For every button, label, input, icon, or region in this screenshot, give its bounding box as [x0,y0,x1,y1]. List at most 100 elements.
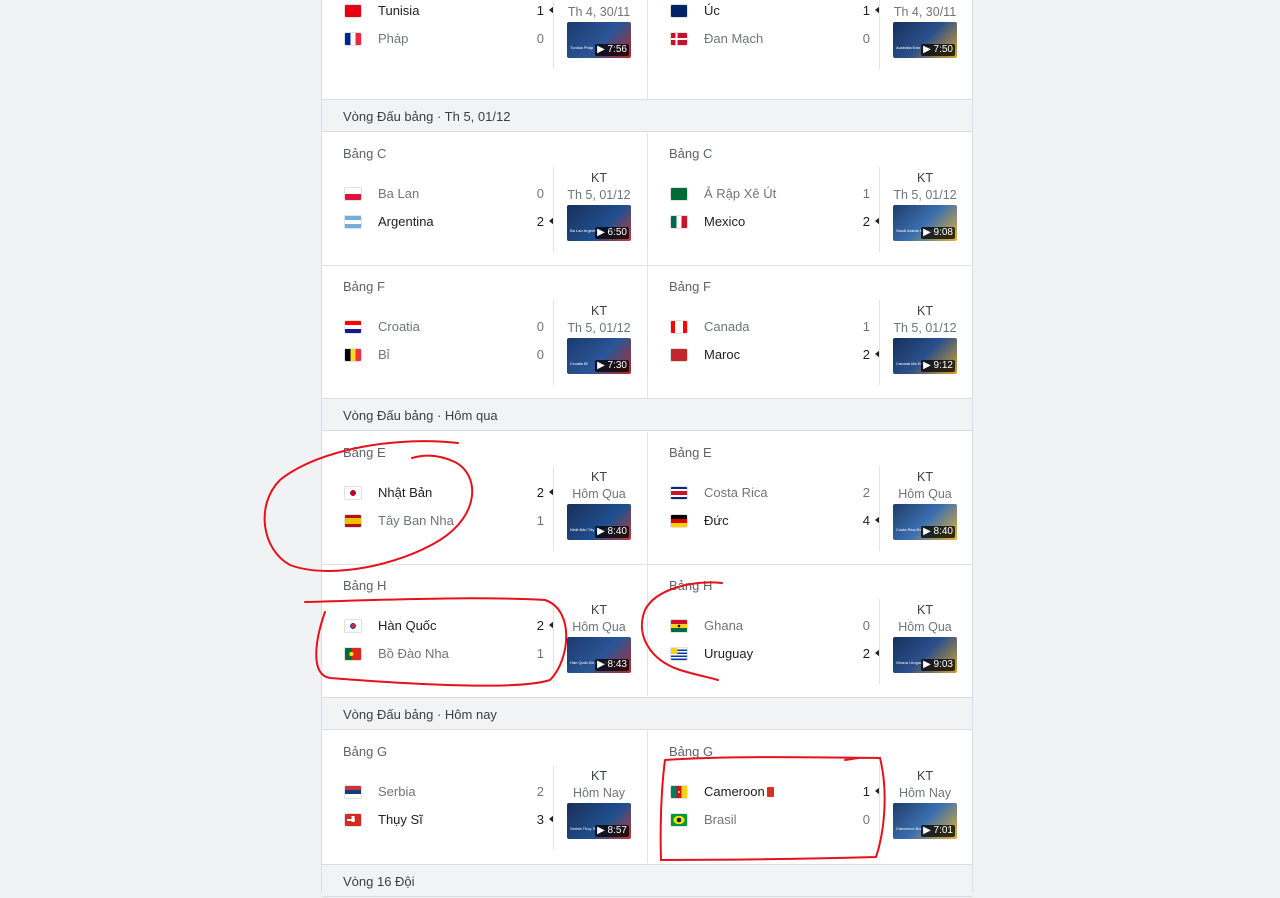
highlight-video-thumbnail[interactable]: Croatia Bỉ ▶ 7:30 [567,338,631,374]
home-team-row[interactable]: Nhật Bản [344,484,554,504]
away-team-name: Đức [704,513,729,528]
home-team-row[interactable]: Ả Rập Xê Út [670,185,880,205]
divider [553,765,554,850]
cameroon-flag-icon [670,785,688,799]
group-label: Bảng C [669,146,713,161]
home-team-row[interactable]: Ghana [670,617,880,637]
away-team-name: Pháp [378,31,409,46]
divider [879,765,880,850]
home-team-row[interactable]: Serbia [344,783,554,803]
video-duration: ▶ 7:30 [595,360,629,372]
highlight-video-thumbnail[interactable]: Cameroon Brasil ▶ 7:01 [893,803,957,839]
match-date: Hôm Nay [898,786,952,800]
highlight-video-thumbnail[interactable]: Canada Ma Rốc ▶ 9:12 [893,338,957,374]
away-team-row[interactable]: Mexico [670,213,880,233]
match-card[interactable]: Bảng F Croatia 0 Bỉ 0 KT Th 5, 01/12 Croatia Bỉ… [322,266,647,398]
match-date: Th 4, 30/11 [893,5,957,19]
away-team-row[interactable]: Đan Mạch [670,30,880,50]
away-team-score: 2 [862,347,870,362]
match-status: KT [917,304,933,318]
highlight-video-thumbnail[interactable]: Saudi Arabia Mexico ▶ 9:08 [893,205,957,241]
away-team-name: Argentina [378,214,434,229]
home-team-row[interactable]: Úc [670,2,880,22]
highlight-video-thumbnail[interactable]: Costa Rica Đức ▶ 8:40 [893,504,957,540]
home-team-row[interactable]: Tunisia [344,2,554,22]
away-team-score: 2 [536,214,544,229]
duration-text: 8:57 [607,825,627,836]
match-card[interactable]: Bảng G Serbia 2 Thụy Sĩ 3 KT Hôm Nay Serbia Thụ… [322,731,647,863]
away-team-row[interactable]: Bỉ [344,346,554,366]
play-icon: ▶ [597,825,608,836]
away-team-row[interactable]: Uruguay [670,645,880,665]
away-team-row[interactable]: Thụy Sĩ [344,811,554,831]
costarica-flag-icon [670,486,688,500]
match-date: Hôm Qua [898,620,952,634]
home-team-score: 0 [536,186,544,201]
video-duration: ▶ 6:50 [595,227,629,239]
home-team-score: 2 [862,485,870,500]
away-team-row[interactable]: Argentina [344,213,554,233]
home-team-name: Ghana [704,618,744,633]
away-team-name: Maroc [704,347,741,362]
match-card[interactable]: Bảng H Ghana 0 Uruguay 2 KT Hôm Qua Ghana Urugu… [647,565,972,696]
highlight-video-thumbnail[interactable]: Ghana Uruguay ▶ 9:03 [893,637,957,673]
video-duration: ▶ 7:01 [921,825,955,837]
highlight-video-thumbnail[interactable]: Ba Lan Argentina ▶ 6:50 [567,205,631,241]
duration-text: 7:56 [607,44,627,55]
match-status: KT [917,769,933,783]
away-team-score: 4 [862,513,870,528]
away-team-score: 2 [862,214,870,229]
away-team-name: Đan Mạch [704,31,764,46]
divider [879,0,880,69]
home-team-row[interactable]: Hàn Quốc [344,617,554,637]
match-date: Hôm Nay [572,786,626,800]
divider [879,300,880,385]
match-schedule-panel: Tunisia1Pháp0KTTh 4, 30/11Tunisia Pháp▶ … [321,0,973,897]
away-team-row[interactable]: Đức [670,512,880,532]
match-date: Th 5, 01/12 [893,188,957,202]
highlight-video-thumbnail[interactable]: Tunisia Pháp ▶ 7:56 [567,22,631,58]
home-team-name: Hàn Quốc [378,618,437,633]
away-team-row[interactable]: Bồ Đào Nha [344,645,554,665]
match-date: Th 5, 01/12 [567,321,631,335]
match-card[interactable]: Bảng G Cameroon 1 Brasil 0 KT Hôm Nay Cameroon … [647,731,972,863]
home-team-row[interactable]: Ba Lan [344,185,554,205]
match-card[interactable]: Bảng F Canada 1 Maroc 2 KT Th 5, 01/12 Canada M… [647,266,972,398]
match-card[interactable]: Bảng E Costa Rica 2 Đức 4 KT Hôm Qua Costa Rica… [647,432,972,564]
away-team-row[interactable]: Pháp [344,30,554,50]
match-card[interactable]: Bảng H Hàn Quốc 2 Bồ Đào Nha 1 KT Hôm Qua Hàn Q… [322,565,647,696]
match-row: Bảng H Hàn Quốc 2 Bồ Đào Nha 1 KT Hôm Qua Hàn Q… [322,565,972,696]
argentina-flag-icon [344,215,362,229]
group-label: Bảng E [343,445,386,460]
highlight-video-thumbnail[interactable]: Australia Đan Mạch ▶ 7:50 [893,22,957,58]
match-card[interactable]: Bảng E Nhật Bản 2 Tây Ban Nha 1 KT Hôm Qua Nhật… [322,432,647,564]
home-team-row[interactable]: Croatia [344,318,554,338]
home-team-name: Nhật Bản [378,485,433,500]
highlight-video-thumbnail[interactable]: Hàn Quốc Bồ Đào Nha ▶ 8:43 [567,637,631,673]
home-team-name: Ba Lan [378,186,420,201]
home-team-score: 2 [536,784,544,799]
tunisia-flag-icon [344,4,362,18]
match-status: KT [591,470,607,484]
thumbnail-caption: Ghana Uruguay [896,660,925,665]
video-duration: ▶ 8:57 [595,825,629,837]
home-team-row[interactable]: Canada [670,318,880,338]
away-team-name: Bỉ [378,347,390,362]
match-status: KT [917,470,933,484]
match-row: Bảng E Nhật Bản 2 Tây Ban Nha 1 KT Hôm Qua Nhật… [322,432,972,564]
away-team-row[interactable]: Maroc [670,346,880,366]
away-team-row[interactable]: Brasil [670,811,880,831]
match-card[interactable]: Úc 1 Đan Mạch 0 KT Th 4, 30/11 Australia Đan M… [647,0,972,99]
match-card[interactable]: Bảng C Ba Lan 0 Argentina 2 KT Th 5, 01/12 Ba L… [322,133,647,265]
away-team-row[interactable]: Tây Ban Nha [344,512,554,532]
match-card[interactable]: Bảng C Ả Rập Xê Út 1 Mexico 2 KT Th 5, 01/12 Sa… [647,133,972,265]
home-team-row[interactable]: Costa Rica [670,484,880,504]
play-icon: ▶ [597,659,608,670]
home-team-name: Úc [704,3,720,18]
croatia-flag-icon [344,320,362,334]
home-team-row[interactable]: Cameroon [670,783,880,803]
highlight-video-thumbnail[interactable]: Nhật Bản Tây Ban Nha ▶ 8:40 [567,504,631,540]
group-label: Bảng H [343,578,387,593]
highlight-video-thumbnail[interactable]: Serbia Thụy Sĩ ▶ 8:57 [567,803,631,839]
match-card[interactable]: Tunisia 1 Pháp 0 KT Th 4, 30/11 Tunisia Pháp▶ … [322,0,647,99]
